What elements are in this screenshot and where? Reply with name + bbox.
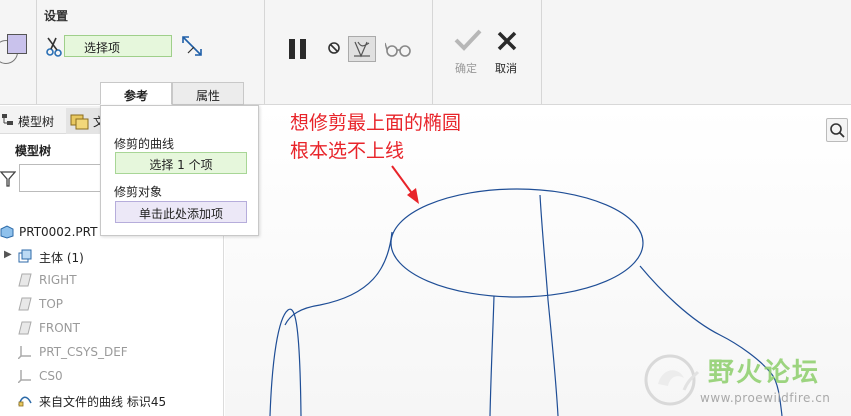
tree-search-input[interactable] [19,164,109,192]
datum-plane-icon [18,297,32,311]
surface-collector-icon[interactable] [7,34,27,54]
datum-plane-icon [18,273,32,287]
watermark-logo-icon [644,354,700,406]
curve-icon [18,396,32,407]
folder-icon [70,114,89,130]
csys-icon [18,370,31,383]
part-icon [0,225,14,239]
trim-object-collector[interactable]: 选择项 [64,35,172,57]
ribbon-divider [264,0,265,104]
view-search-button[interactable] [826,118,848,142]
tree-item-label: TOP [39,297,64,311]
ribbon-toolbar: 设置 选择项 参考 属性 确定 取消 [0,0,851,105]
tab-model-tree[interactable]: 模型树 [18,113,54,130]
model-tree-icon [2,114,13,125]
filter-icon[interactable] [0,170,16,188]
ok-button-label[interactable]: 确定 [455,60,477,76]
verify-glasses-icon[interactable] [385,41,413,57]
ribbon-divider [432,0,433,104]
references-popover: 修剪的曲线 选择 1 个项 修剪对象 单击此处添加项 [100,105,259,236]
tree-item-label: CS0 [39,369,63,383]
trim-scissors-icon [46,37,62,57]
tree-item-label: PRT0002.PRT [19,225,98,239]
tree-item-label: 来自文件的曲线 标识45 [39,395,167,409]
feature-preview-icon[interactable] [348,36,376,62]
csys-icon [18,346,31,359]
trim-object-collector-popup[interactable]: 单击此处添加项 [115,201,247,223]
watermark-name: 野火论坛 [708,358,821,388]
tree-item-label: RIGHT [39,273,77,287]
no-preview-icon[interactable] [327,41,341,55]
annotation-text-line1: 想修剪最上面的椭圆 [290,112,462,134]
ok-check-icon[interactable] [454,28,482,52]
ribbon-divider [36,0,37,104]
tree-item-label: FRONT [39,321,80,335]
ribbon-divider [541,0,542,104]
pause-icon[interactable] [287,38,309,60]
trim-curve-collector[interactable]: 选择 1 个项 [115,152,247,174]
magnifier-icon [830,123,845,138]
model-tree-heading: 模型树 [15,144,52,158]
tab-properties[interactable]: 属性 [172,82,244,105]
settings-group-title: 设置 [44,9,69,23]
trim-curve-label: 修剪的曲线 [114,137,175,151]
cancel-x-icon[interactable] [496,30,518,52]
trim-object-label: 修剪对象 [114,185,163,199]
body-icon [18,249,32,263]
flip-direction-icon[interactable] [180,34,204,58]
watermark-url: www.proewildfire.cn [700,391,831,405]
cancel-button-label[interactable]: 取消 [495,60,517,76]
annotation-text-line2: 根本选不上线 [290,140,405,162]
expand-arrow-icon[interactable]: ▶ [4,249,12,260]
datum-plane-icon [18,321,32,335]
tab-references[interactable]: 参考 [100,82,172,105]
tree-item-label: PRT_CSYS_DEF [39,345,128,359]
tree-item-label: 主体 (1) [39,251,84,265]
